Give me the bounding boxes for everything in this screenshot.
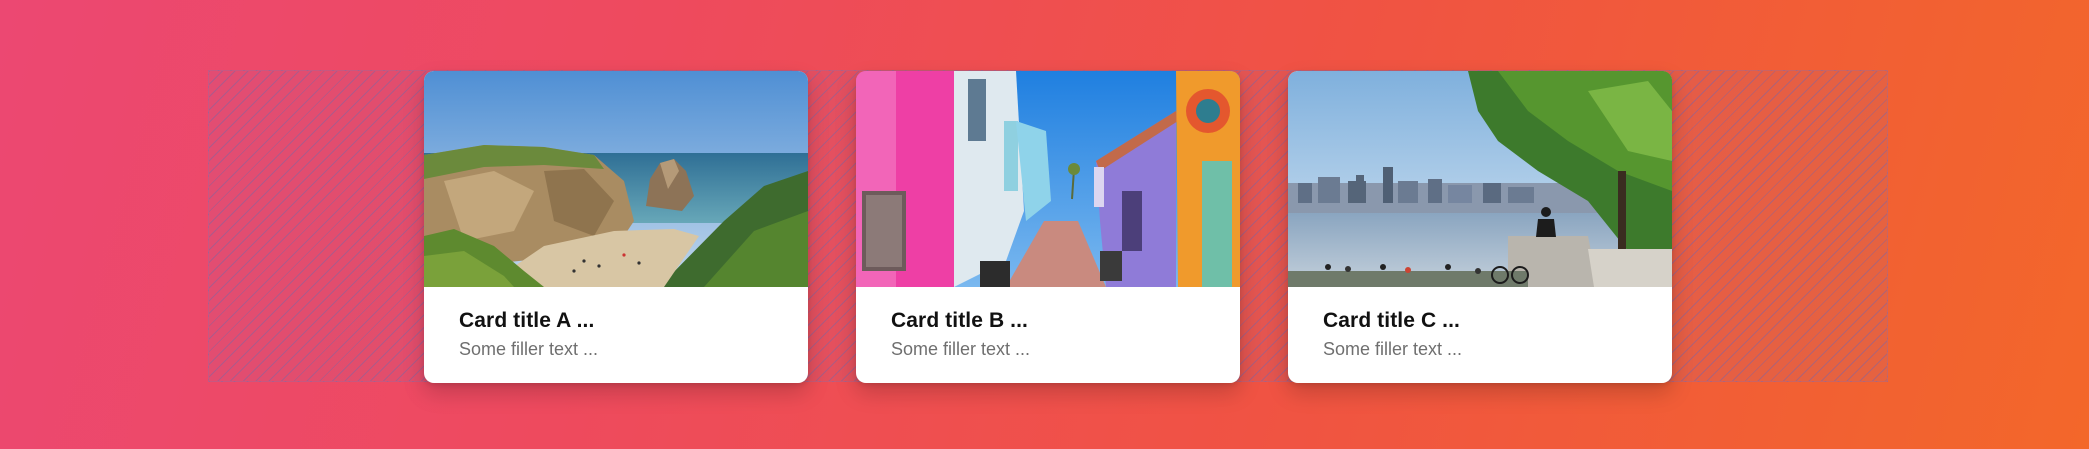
card-c-title: Card title C ... xyxy=(1323,309,1460,332)
card-b-image xyxy=(856,71,1240,287)
card-a-text: Some filler text ... xyxy=(459,339,599,359)
colorful-alley-photo xyxy=(856,71,1240,287)
card-a-image xyxy=(424,71,808,287)
card-a[interactable]: Card title A ... Some filler text ... xyxy=(424,71,808,383)
card-a-title: Card title A ... xyxy=(459,309,595,332)
card-b[interactable]: Card title B ... Some filler text ... xyxy=(856,71,1240,383)
card-b-title: Card title B ... xyxy=(891,309,1028,332)
card-c[interactable]: Card title C ... Some filler text ... xyxy=(1288,71,1672,383)
coast-cliff-photo xyxy=(424,71,808,287)
card-b-text: Some filler text ... xyxy=(891,339,1031,359)
card-c-image xyxy=(1288,71,1672,287)
waterfront-skyline-photo xyxy=(1288,71,1672,287)
card-c-text: Some filler text ... xyxy=(1323,339,1463,359)
